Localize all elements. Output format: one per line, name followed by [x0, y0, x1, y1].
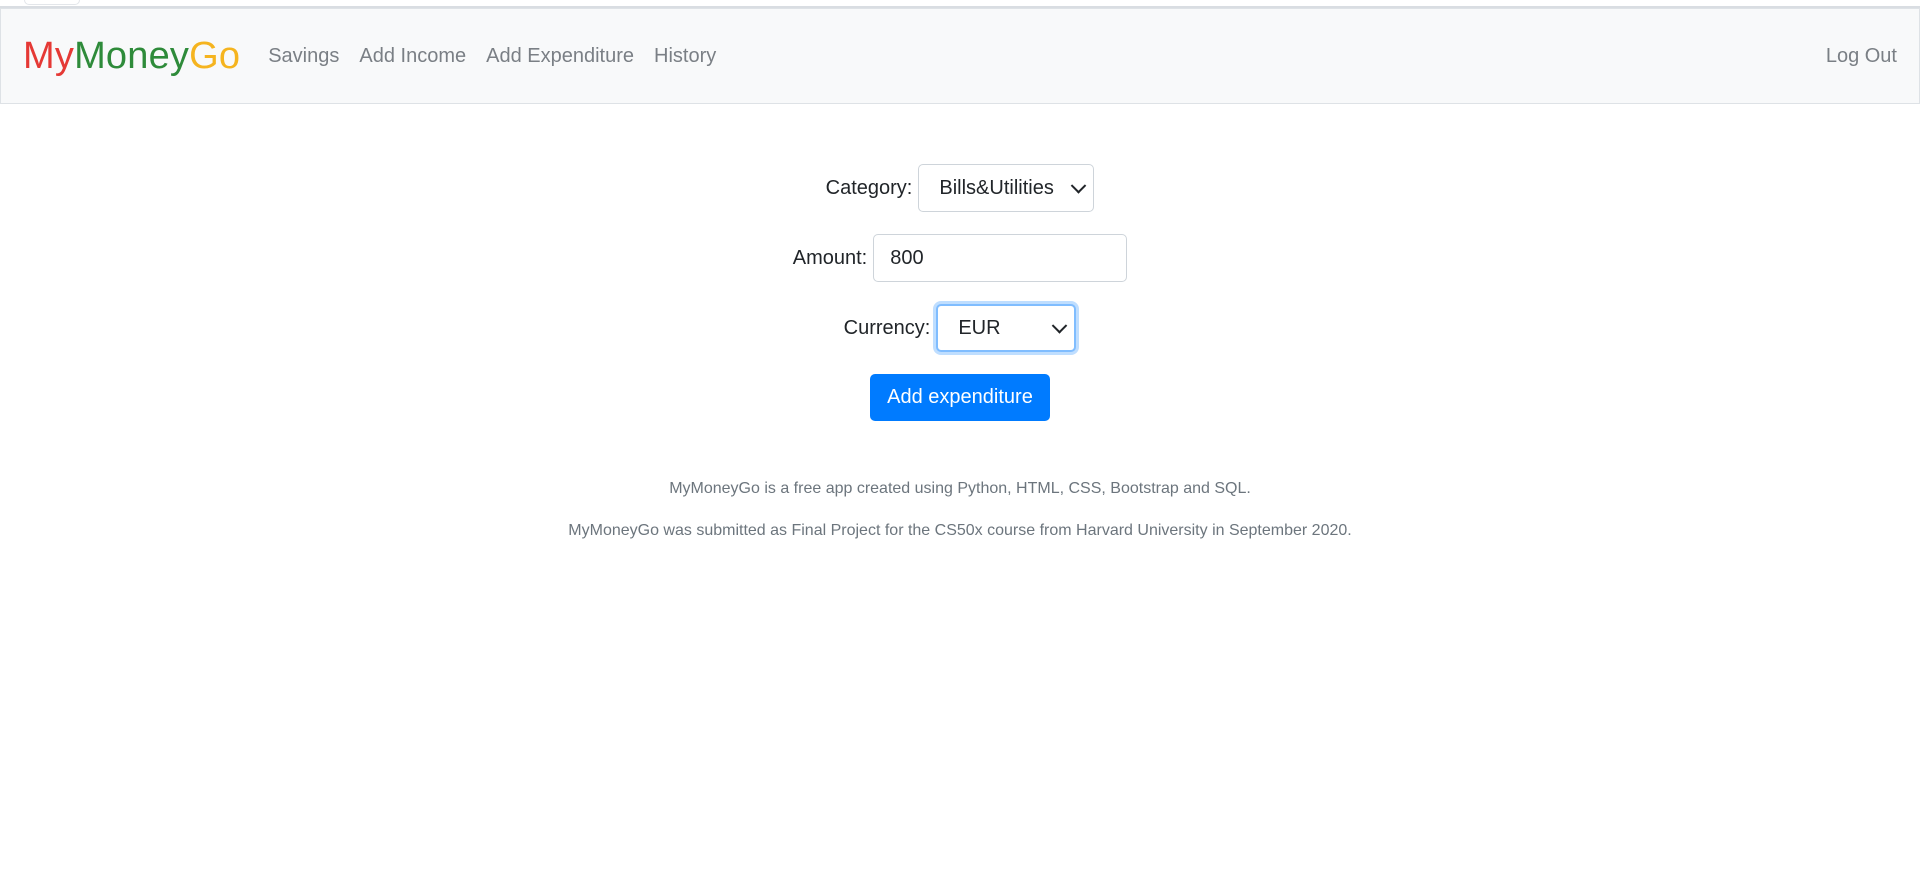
expenditure-form: Category: Bills&Utilities Amount: 800 Cu…	[0, 164, 1920, 421]
brand-part-money: Money	[74, 34, 190, 77]
chevron-down-icon	[1052, 318, 1068, 334]
amount-input-value: 800	[890, 246, 924, 269]
nav-links: Savings Add Income Add Expenditure Histo…	[268, 45, 736, 68]
currency-row: Currency: EUR	[844, 304, 1077, 352]
chevron-down-icon	[1071, 178, 1087, 194]
footer-line-2: MyMoneyGo was submitted as Final Project…	[568, 522, 1352, 539]
amount-label: Amount:	[792, 246, 868, 269]
nav-link-savings[interactable]: Savings	[268, 45, 339, 68]
category-label: Category:	[825, 176, 913, 199]
category-row: Category: Bills&Utilities	[826, 164, 1095, 212]
brand-logo[interactable]: MyMoneyGo	[23, 35, 240, 78]
nav-link-add-expenditure[interactable]: Add Expenditure	[486, 45, 634, 68]
nav-link-add-income[interactable]: Add Income	[359, 45, 466, 68]
navbar: MyMoneyGo Savings Add Income Add Expendi…	[0, 8, 1920, 104]
browser-tab-stub	[24, 0, 80, 5]
add-expenditure-button[interactable]: Add expenditure	[870, 374, 1050, 421]
category-select-value: Bills&Utilities	[939, 176, 1054, 199]
currency-label: Currency:	[843, 316, 931, 339]
footer: MyMoneyGo is a free app created using Py…	[0, 480, 1920, 564]
footer-line-1: MyMoneyGo is a free app created using Py…	[669, 480, 1251, 497]
amount-row: Amount: 800	[792, 234, 1128, 282]
nav-link-history[interactable]: History	[654, 45, 716, 68]
brand-part-my: My	[23, 34, 75, 77]
logout-link[interactable]: Log Out	[1826, 45, 1897, 68]
browser-top-strip	[0, 0, 1920, 8]
amount-input[interactable]: 800	[873, 234, 1128, 282]
currency-select-value: EUR	[958, 316, 1001, 339]
category-select[interactable]: Bills&Utilities	[918, 164, 1095, 212]
currency-select[interactable]: EUR	[936, 304, 1077, 352]
brand-part-go: Go	[189, 34, 241, 77]
